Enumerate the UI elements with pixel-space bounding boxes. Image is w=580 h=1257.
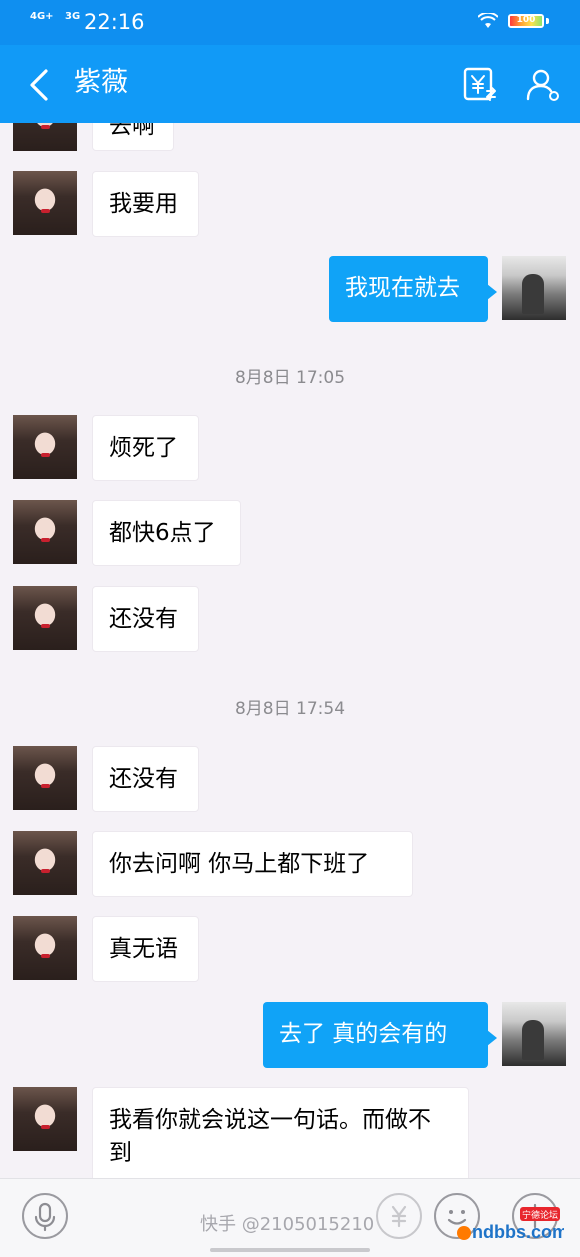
chat-message-list[interactable]: 去啊 我要用 我现在就去 8月8日 17:05 烦死了 都快6点了 还没有 8月… xyxy=(0,123,580,1178)
contact-avatar[interactable] xyxy=(13,916,77,980)
contact-avatar[interactable] xyxy=(13,171,77,235)
status-bar: 4G+ 3G 22:16 100 xyxy=(0,0,580,45)
contact-avatar[interactable] xyxy=(13,123,77,151)
site-logo: ndbbs.com 宁德论坛 xyxy=(454,1205,574,1245)
message-bubble[interactable]: 去啊 xyxy=(92,123,174,151)
contact-avatar[interactable] xyxy=(13,1087,77,1151)
battery-level: 100 xyxy=(516,15,536,25)
message-bubble[interactable]: 我要用 xyxy=(92,171,199,237)
battery-icon: 100 xyxy=(508,14,544,28)
message-bubble[interactable]: 还没有 xyxy=(92,746,199,812)
transfer-icon[interactable] xyxy=(460,65,500,105)
input-toolbar: 快手 @2105015210 ndbbs.com 宁德论坛 xyxy=(0,1178,580,1257)
message-bubble-outgoing[interactable]: 我现在就去 xyxy=(329,256,497,322)
yuan-icon xyxy=(391,1205,407,1228)
contact-name: 紫薇 xyxy=(74,67,128,98)
message-bubble[interactable]: 我看你就会说这一句话。而做不到 xyxy=(92,1087,469,1178)
self-avatar[interactable] xyxy=(502,256,566,320)
contact-avatar[interactable] xyxy=(13,415,77,479)
clock: 22:16 xyxy=(84,10,145,34)
battery-tip xyxy=(546,18,549,24)
message-bubble[interactable]: 都快6点了 xyxy=(92,500,241,566)
voice-button[interactable] xyxy=(22,1193,68,1239)
ndbbs-logo-icon: ndbbs.com 宁德论坛 xyxy=(457,1207,564,1242)
home-indicator[interactable] xyxy=(210,1248,370,1252)
message-bubble[interactable]: 还没有 xyxy=(92,586,199,652)
contact-avatar[interactable] xyxy=(13,500,77,564)
wifi-icon xyxy=(478,13,498,28)
message-bubble-outgoing[interactable]: 去了 真的会有的 xyxy=(263,1002,497,1068)
svg-text:ndbbs.com: ndbbs.com xyxy=(472,1222,564,1242)
message-bubble[interactable]: 你去问啊 你马上都下班了 xyxy=(92,831,413,897)
microphone-icon xyxy=(34,1202,56,1232)
contact-avatar[interactable] xyxy=(13,831,77,895)
back-chevron-icon[interactable] xyxy=(22,65,58,105)
chat-header: 紫薇 xyxy=(0,45,580,123)
contact-avatar[interactable] xyxy=(13,586,77,650)
network-3g-label: 3G xyxy=(65,11,81,22)
svg-text:宁德论坛: 宁德论坛 xyxy=(522,1209,558,1221)
watermark-text: 快手 @2105015210 xyxy=(200,1214,375,1235)
red-packet-button[interactable] xyxy=(376,1193,422,1239)
network-indicator: 4G+ 3G xyxy=(30,12,80,22)
message-bubble[interactable]: 烦死了 xyxy=(92,415,199,481)
contact-avatar[interactable] xyxy=(13,746,77,810)
profile-icon[interactable] xyxy=(524,65,564,105)
message-timestamp: 8月8日 17:05 xyxy=(234,368,346,388)
message-timestamp: 8月8日 17:54 xyxy=(234,699,346,719)
network-4g-label: 4G+ xyxy=(30,11,54,22)
self-avatar[interactable] xyxy=(502,1002,566,1066)
message-bubble[interactable]: 真无语 xyxy=(92,916,199,982)
